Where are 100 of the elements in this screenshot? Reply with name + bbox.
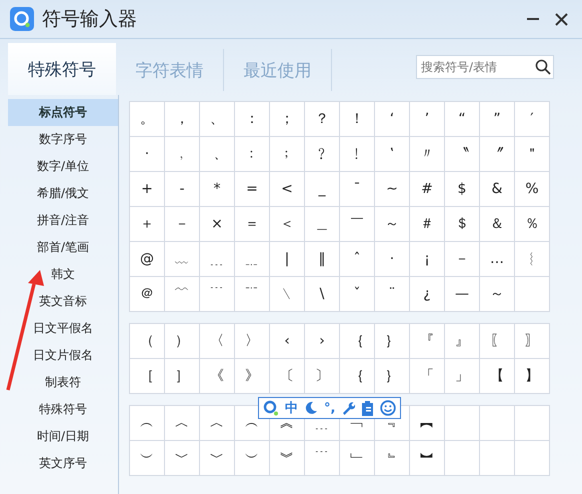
symbol-cell[interactable]: ﹕ bbox=[235, 137, 270, 172]
symbol-cell[interactable]: ￣ bbox=[340, 207, 375, 242]
symbol-cell[interactable]: ¨ bbox=[375, 277, 410, 312]
symbol-cell[interactable]: ～ bbox=[375, 207, 410, 242]
symbol-cell[interactable]: 〖 bbox=[480, 324, 515, 359]
symbol-cell[interactable]: 〉 bbox=[235, 324, 270, 359]
symbol-cell[interactable]: … bbox=[480, 242, 515, 277]
symbol-cell[interactable]: ： bbox=[235, 102, 270, 137]
symbol-cell[interactable]: ” bbox=[480, 102, 515, 137]
symbol-cell[interactable]: ﹂ bbox=[340, 441, 375, 476]
wrench-icon[interactable] bbox=[341, 401, 356, 415]
symbol-cell[interactable]: ‖ bbox=[305, 242, 340, 277]
symbol-cell[interactable]: 〈 bbox=[200, 324, 235, 359]
category-item[interactable]: 英文序号 bbox=[8, 450, 118, 477]
symbol-cell[interactable]: 『 bbox=[410, 324, 445, 359]
symbol-cell[interactable]: × bbox=[200, 207, 235, 242]
symbol-cell[interactable]: ︿ bbox=[200, 406, 235, 441]
symbol-cell[interactable]: ﹐ bbox=[165, 137, 200, 172]
symbol-cell[interactable]: ︵ bbox=[130, 406, 165, 441]
symbol-cell[interactable]: 〗 bbox=[515, 324, 550, 359]
symbol-cell[interactable]: 〞 bbox=[480, 137, 515, 172]
symbol-cell[interactable]: + bbox=[130, 172, 165, 207]
symbol-cell[interactable]: 〃 bbox=[410, 137, 445, 172]
symbol-cell[interactable]: ， bbox=[165, 102, 200, 137]
input-logo-icon[interactable] bbox=[263, 400, 279, 416]
symbol-cell[interactable]: ¿ bbox=[410, 277, 445, 312]
symbol-cell[interactable]: ︴ bbox=[515, 242, 550, 277]
symbol-cell[interactable]: - bbox=[165, 172, 200, 207]
symbol-cell[interactable]: ’ bbox=[410, 102, 445, 137]
symbol-cell[interactable]: ︼ bbox=[410, 441, 445, 476]
symbol-cell[interactable]: 】 bbox=[515, 359, 550, 394]
symbol-cell[interactable]: 、 bbox=[200, 102, 235, 137]
symbol-cell[interactable]: ﹋ bbox=[165, 277, 200, 312]
symbol-cell[interactable]: ﹀ bbox=[165, 441, 200, 476]
symbol-cell[interactable]: ］ bbox=[165, 359, 200, 394]
symbol-cell[interactable]: ｝ bbox=[375, 359, 410, 394]
symbol-cell[interactable]: — bbox=[445, 277, 480, 312]
symbol-cell[interactable]: ﹏ bbox=[165, 242, 200, 277]
category-item[interactable]: 数字序号 bbox=[8, 126, 118, 153]
symbol-cell[interactable]: － bbox=[445, 242, 480, 277]
symbol-cell[interactable]: & bbox=[480, 172, 515, 207]
symbol-cell[interactable]: ﹄ bbox=[375, 441, 410, 476]
symbol-cell[interactable]: $ bbox=[445, 172, 480, 207]
category-item[interactable]: 特殊符号 bbox=[8, 396, 118, 423]
symbol-cell[interactable]: ′ bbox=[515, 102, 550, 137]
symbol-cell[interactable]: ﹊ bbox=[235, 277, 270, 312]
symbol-cell[interactable]: 』 bbox=[445, 324, 480, 359]
symbol-cell[interactable]: ～ bbox=[480, 277, 515, 312]
symbol-cell[interactable]: ~ bbox=[375, 172, 410, 207]
symbol-cell[interactable]: ︾ bbox=[270, 441, 305, 476]
symbol-cell[interactable]: _ bbox=[305, 172, 340, 207]
symbol-cell[interactable]: @ bbox=[130, 242, 165, 277]
symbol-cell[interactable]: · bbox=[130, 137, 165, 172]
symbol-cell[interactable]: ﹀ bbox=[200, 441, 235, 476]
symbol-cell[interactable]: 」 bbox=[445, 359, 480, 394]
tab[interactable]: 特殊符号 bbox=[8, 43, 116, 95]
symbol-cell[interactable]: ‛ bbox=[375, 137, 410, 172]
symbol-cell[interactable]: ﹑ bbox=[200, 137, 235, 172]
symbol-cell[interactable]: ［ bbox=[130, 359, 165, 394]
category-item[interactable]: 制表符 bbox=[8, 369, 118, 396]
symbol-cell[interactable]: ＠ bbox=[130, 277, 165, 312]
symbol-cell[interactable]: ︻ bbox=[410, 406, 445, 441]
symbol-cell[interactable]: “ bbox=[445, 102, 480, 137]
symbol-cell[interactable]: ˇ bbox=[340, 277, 375, 312]
symbol-cell[interactable]: % bbox=[515, 172, 550, 207]
symbol-cell[interactable]: ‘ bbox=[375, 102, 410, 137]
symbol-cell[interactable]: ＜ bbox=[270, 207, 305, 242]
symbol-cell[interactable]: ＋ bbox=[130, 207, 165, 242]
symbol-cell[interactable]: ︿ bbox=[165, 406, 200, 441]
symbol-cell[interactable]: ＝ bbox=[235, 207, 270, 242]
symbol-cell[interactable]: › bbox=[305, 324, 340, 359]
symbol-cell[interactable]: 〝 bbox=[445, 137, 480, 172]
category-item[interactable]: 标点符号 bbox=[8, 99, 118, 126]
symbol-cell[interactable]: ﹨ bbox=[270, 277, 305, 312]
symbol-cell[interactable]: 【 bbox=[480, 359, 515, 394]
symbol-cell[interactable]: ﹗ bbox=[340, 137, 375, 172]
symbol-cell[interactable]: ｝ bbox=[375, 324, 410, 359]
symbol-cell[interactable]: ＄ bbox=[445, 207, 480, 242]
symbol-cell[interactable]: ﹖ bbox=[305, 137, 340, 172]
symbol-cell[interactable]: < bbox=[270, 172, 305, 207]
symbol-cell[interactable]: 「 bbox=[410, 359, 445, 394]
clipboard-icon[interactable] bbox=[361, 400, 374, 416]
category-item[interactable]: 希腊/俄文 bbox=[8, 180, 118, 207]
symbol-cell[interactable]: － bbox=[165, 207, 200, 242]
symbol-cell[interactable]: ！ bbox=[340, 102, 375, 137]
category-item[interactable]: 数字/单位 bbox=[8, 153, 118, 180]
moon-icon[interactable] bbox=[304, 401, 318, 415]
category-item[interactable]: 日文片假名 bbox=[8, 342, 118, 369]
category-item[interactable]: 韩文 bbox=[8, 261, 118, 288]
symbol-cell[interactable]: ﹉ bbox=[305, 441, 340, 476]
symbol-cell[interactable]: ＆ bbox=[480, 207, 515, 242]
symbol-cell[interactable]: （ bbox=[130, 324, 165, 359]
symbol-cell[interactable]: ︶ bbox=[130, 441, 165, 476]
search-input[interactable]: 搜索符号/表情 bbox=[417, 60, 535, 74]
symbol-cell[interactable]: ﹉ bbox=[200, 277, 235, 312]
symbol-cell[interactable]: ﹍ bbox=[200, 242, 235, 277]
symbol-cell[interactable]: ¯ bbox=[340, 172, 375, 207]
symbol-cell[interactable]: 〔 bbox=[270, 359, 305, 394]
symbol-cell[interactable]: ？ bbox=[305, 102, 340, 137]
smiley-icon[interactable] bbox=[380, 400, 396, 416]
